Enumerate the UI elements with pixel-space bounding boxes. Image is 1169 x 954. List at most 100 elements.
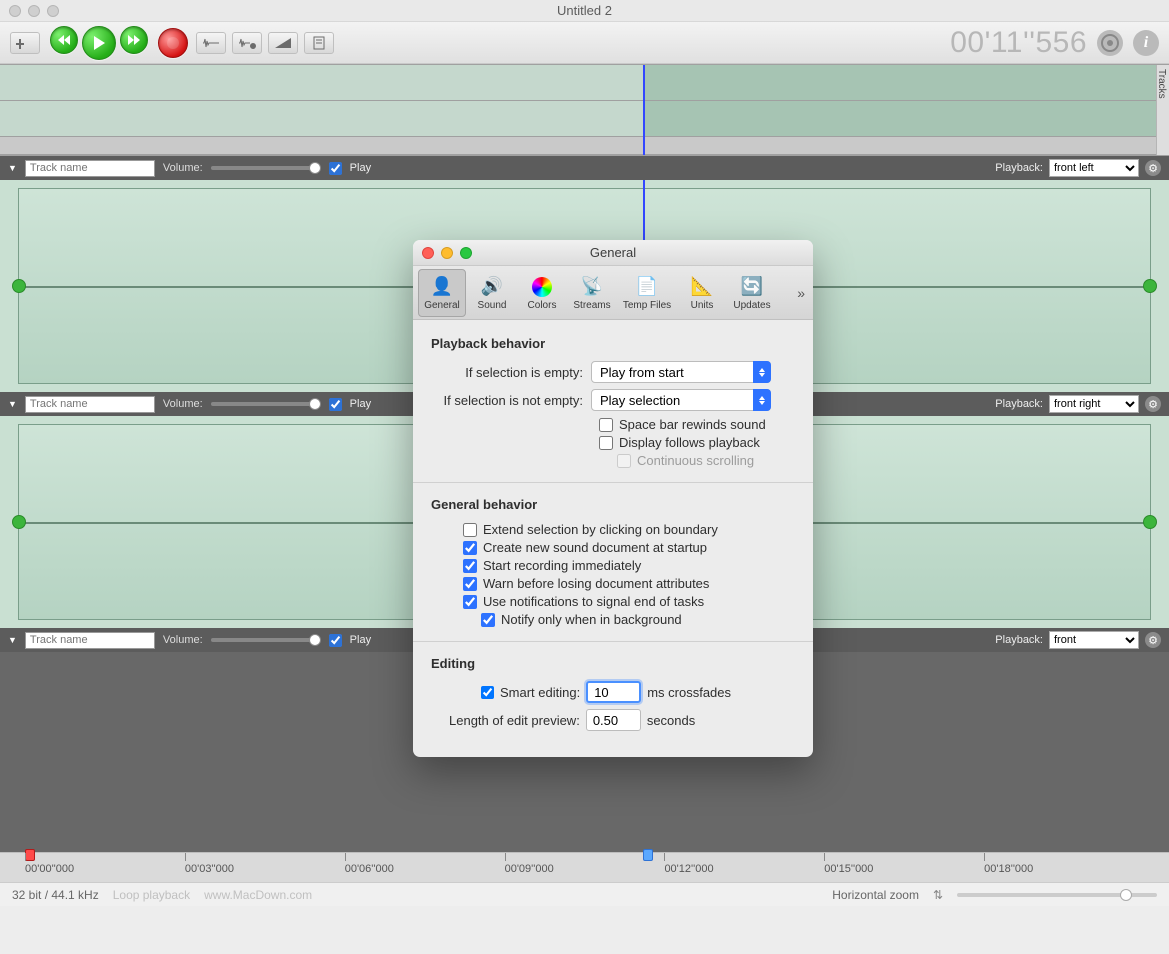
selection-tool-icon[interactable] — [10, 32, 40, 54]
smart-editing-checkbox[interactable] — [481, 686, 494, 699]
play-checkbox[interactable] — [329, 634, 342, 647]
horizontal-zoom-label: Horizontal zoom — [832, 888, 919, 902]
info-icon[interactable]: i — [1133, 30, 1159, 56]
overview-playhead[interactable] — [643, 65, 645, 155]
create-doc-checkbox[interactable] — [463, 541, 477, 555]
extend-selection-checkbox[interactable] — [463, 523, 477, 537]
ruler-tick-label: 00'03''000 — [185, 863, 234, 875]
watermark-text: www.MacDown.com — [204, 888, 312, 902]
play-checkbox-label: Play — [350, 634, 371, 646]
volume-slider[interactable] — [211, 402, 321, 406]
playback-label-text: Playback: — [995, 162, 1043, 174]
playback-label-text: Playback: — [995, 398, 1043, 410]
notifications-checkbox[interactable] — [463, 595, 477, 609]
play-button[interactable] — [82, 26, 116, 60]
tracks-side-label: Tracks — [1155, 69, 1167, 99]
ruler-tick-label: 00'00''000 — [25, 863, 74, 875]
volume-slider[interactable] — [211, 166, 321, 170]
track-handle-right[interactable] — [1143, 515, 1157, 529]
tab-general[interactable]: 👤General — [418, 269, 466, 317]
volume-label: Volume: — [163, 398, 203, 410]
marker-tool-icon[interactable] — [304, 32, 334, 54]
start-recording-label: Start recording immediately — [483, 558, 641, 573]
track-settings-icon[interactable]: ⚙ — [1145, 160, 1161, 176]
playback-output-select[interactable]: front — [1049, 631, 1139, 649]
track-disclose-icon[interactable]: ▼ — [8, 163, 17, 173]
track-name-input[interactable] — [25, 160, 155, 177]
play-checkbox-label: Play — [350, 398, 371, 410]
ruler-tick-label: 00'18''000 — [984, 863, 1033, 875]
playback-output-select[interactable]: front right — [1049, 395, 1139, 413]
general-section-title: General behavior — [431, 497, 795, 512]
track-settings-icon[interactable]: ⚙ — [1145, 632, 1161, 648]
track-handle-left[interactable] — [12, 279, 26, 293]
streams-icon: 📡 — [580, 275, 604, 299]
track-handle-right[interactable] — [1143, 279, 1157, 293]
ruler-tick-label: 00'06''000 — [345, 863, 394, 875]
toolbar-overflow-icon[interactable]: » — [797, 285, 805, 301]
burn-icon[interactable] — [1097, 30, 1123, 56]
horizontal-zoom-slider[interactable] — [957, 893, 1157, 897]
volume-label: Volume: — [163, 162, 203, 174]
preferences-dialog: General 👤General 🔊Sound Colors 📡Streams … — [413, 240, 813, 757]
play-checkbox-label: Play — [350, 162, 371, 174]
sound-icon: 🔊 — [480, 275, 504, 299]
ruler-tick-label: 00'09''000 — [505, 863, 554, 875]
notify-background-checkbox[interactable] — [481, 613, 495, 627]
track-name-input[interactable] — [25, 396, 155, 413]
preview-length-suffix: seconds — [647, 713, 695, 728]
space-rewind-label: Space bar rewinds sound — [619, 417, 766, 432]
tab-streams[interactable]: 📡Streams — [568, 269, 616, 317]
zoom-stepper-icon[interactable]: ⇅ — [933, 888, 943, 902]
playback-mode-label: Loop playback — [113, 888, 190, 902]
forward-button[interactable] — [120, 26, 148, 54]
track-name-input[interactable] — [25, 632, 155, 649]
track-handle-left[interactable] — [12, 515, 26, 529]
playback-output-select[interactable]: front left — [1049, 159, 1139, 177]
waveform-lock-tool-icon[interactable] — [232, 32, 262, 54]
volume-slider[interactable] — [211, 638, 321, 642]
notifications-label: Use notifications to signal end of tasks — [483, 594, 704, 609]
smart-editing-label: Smart editing: — [500, 685, 580, 700]
notify-background-label: Notify only when in background — [501, 612, 682, 627]
colors-icon — [530, 275, 554, 299]
warn-attrs-checkbox[interactable] — [463, 577, 477, 591]
waveform-tool-icon[interactable] — [196, 32, 226, 54]
display-follows-checkbox[interactable] — [599, 436, 613, 450]
track-header: ▼ Volume: Play Playback: front left ⚙ — [0, 156, 1169, 180]
crossfade-suffix: ms crossfades — [647, 685, 731, 700]
play-checkbox[interactable] — [329, 162, 342, 175]
crossfade-input[interactable] — [586, 681, 641, 703]
empty-selection-select[interactable]: Play from start — [591, 361, 771, 383]
play-checkbox[interactable] — [329, 398, 342, 411]
overview-side-controls[interactable]: Tracks — [1156, 65, 1169, 155]
preview-length-input[interactable] — [586, 709, 641, 731]
dialog-toolbar: 👤General 🔊Sound Colors 📡Streams 📄Temp Fi… — [413, 266, 813, 320]
record-button[interactable] — [158, 28, 188, 58]
updates-icon: 🔄 — [740, 275, 764, 299]
track-settings-icon[interactable]: ⚙ — [1145, 396, 1161, 412]
track-disclose-icon[interactable]: ▼ — [8, 399, 17, 409]
tab-updates[interactable]: 🔄Updates — [728, 269, 776, 317]
space-rewind-checkbox[interactable] — [599, 418, 613, 432]
tab-units[interactable]: 📐Units — [678, 269, 726, 317]
dialog-title: General — [413, 245, 813, 260]
tab-sound[interactable]: 🔊Sound — [468, 269, 516, 317]
temp-files-icon: 📄 — [635, 275, 659, 299]
ruler-tick-label: 00'12''000 — [664, 863, 713, 875]
units-icon: 📐 — [690, 275, 714, 299]
notempty-selection-label: If selection is not empty: — [431, 393, 591, 408]
fade-tool-icon[interactable] — [268, 32, 298, 54]
tab-colors[interactable]: Colors — [518, 269, 566, 317]
track-disclose-icon[interactable]: ▼ — [8, 635, 17, 645]
start-recording-checkbox[interactable] — [463, 559, 477, 573]
tab-temp-files[interactable]: 📄Temp Files — [618, 269, 676, 317]
rewind-button[interactable] — [50, 26, 78, 54]
main-toolbar: 00'11''556 i — [0, 22, 1169, 64]
notempty-selection-select[interactable]: Play selection — [591, 389, 771, 411]
playback-label-text: Playback: — [995, 634, 1043, 646]
overview-panel[interactable]: Tracks — [0, 64, 1169, 156]
dialog-titlebar: General — [413, 240, 813, 266]
timeline-ruler[interactable]: 00'00''000 00'03''000 00'06''000 00'09''… — [0, 852, 1169, 882]
audio-format-label: 32 bit / 44.1 kHz — [12, 888, 99, 902]
